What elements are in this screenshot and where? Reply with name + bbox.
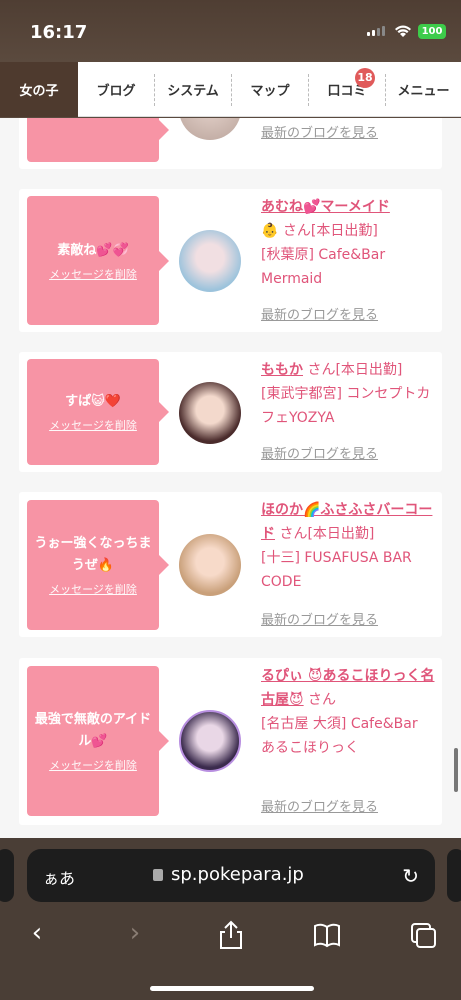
forward-button[interactable]: › — [120, 918, 150, 952]
avatar[interactable] — [179, 118, 241, 140]
latest-blog-link[interactable]: 最新のブログを見る — [261, 443, 378, 462]
wifi-icon — [395, 25, 411, 37]
next-tab-edge[interactable] — [447, 849, 461, 902]
browser-bottom-bar: ぁあ sp.pokepara.jp ↻ ‹ › — [0, 838, 461, 1000]
address-bar[interactable]: ぁあ sp.pokepara.jp ↻ — [27, 849, 435, 902]
girl-info: るぴぃ 😈あるこほりっく名古屋😈 さん [名古屋 大須] Cafe&Bar ある… — [261, 664, 435, 760]
reviews-count-badge: 18 — [355, 68, 375, 88]
message-text: すぱ😺❤️ — [65, 394, 121, 409]
top-nav: 女の子 ブログ システム マップ 口コミ 18 メニュー — [0, 62, 461, 117]
list-item: 素敵ね💕💞 メッセージを削除 あむね💕マーメイド 👶 さん[本日出勤] [秋葉原… — [19, 189, 442, 332]
list-item: うぉー強くなっちまうぜ🔥 メッセージを削除 ほのか🌈ふさふさバーコード さん[本… — [19, 492, 442, 637]
nav-tab-map[interactable]: マップ — [232, 62, 308, 117]
delete-message-link[interactable]: メッセージを削除 — [49, 266, 137, 282]
delete-message-link[interactable]: メッセージを削除 — [49, 581, 137, 597]
nav-tab-system[interactable]: システム — [155, 62, 231, 117]
girl-info: ももか さん[本日出勤] [東武宇都宮] コンセプトカフェYOZYA — [261, 358, 435, 430]
girl-info: ほのか🌈ふさふさバーコード さん[本日出勤] [十三] FUSAFUSA BAR… — [261, 498, 435, 594]
nav-tab-blog[interactable]: ブログ — [78, 62, 154, 117]
list-item: 最強で無敵のアイドル💕 メッセージを削除 るぴぃ 😈あるこほりっく名古屋😈 さん… — [19, 658, 442, 825]
share-icon[interactable] — [216, 918, 246, 952]
girl-name-link[interactable]: るぴぃ 😈あるこほりっく名古屋😈 — [261, 668, 434, 708]
delete-message-link[interactable]: メッセージを削除 — [49, 757, 137, 773]
shop-name: [十三] FUSAFUSA BAR CODE — [261, 550, 412, 590]
shop-name: [秋葉原] Cafe&Bar Mermaid — [261, 247, 386, 287]
back-button[interactable]: ‹ — [22, 918, 52, 952]
previous-tab-edge[interactable] — [0, 849, 14, 902]
girl-name-link[interactable]: ももか — [261, 362, 303, 378]
scrollbar[interactable] — [454, 748, 458, 792]
message-bubble: うぉー強くなっちまうぜ🔥 メッセージを削除 — [27, 500, 169, 630]
bookmarks-icon[interactable] — [312, 918, 342, 952]
latest-blog-link[interactable]: 最新のブログを見る — [261, 122, 378, 141]
message-text: 素敵ね💕💞 — [57, 242, 129, 258]
message-list: し 最新のブログを見る 素敵ね💕💞 メッセージを削除 あむね💕マーメイド 👶 さ… — [0, 118, 461, 838]
message-bubble: 最強で無敵のアイドル💕 メッセージを削除 — [27, 666, 169, 816]
delete-message-link[interactable]: メッセージを削除 — [49, 417, 137, 433]
nav-tab-reviews[interactable]: 口コミ 18 — [309, 62, 385, 117]
status-bar: 16:17 100 — [0, 0, 461, 62]
avatar[interactable] — [179, 382, 241, 444]
girl-info: あむね💕マーメイド 👶 さん[本日出勤] [秋葉原] Cafe&Bar Merm… — [261, 195, 435, 291]
avatar[interactable] — [179, 230, 241, 292]
avatar[interactable] — [179, 710, 241, 772]
attendance-status: 👶 さん[本日出勤] — [261, 223, 378, 239]
page-settings-button[interactable]: ぁあ — [43, 865, 75, 889]
attendance-status: さん[本日出勤] — [275, 526, 375, 542]
url-text[interactable]: sp.pokepara.jp — [171, 864, 304, 885]
lock-icon — [153, 869, 163, 881]
message-bubble — [27, 118, 169, 162]
nav-tab-girls[interactable]: 女の子 — [0, 62, 78, 117]
browser-toolbar: ‹ › — [0, 918, 461, 958]
girl-name-link[interactable]: あむね💕マーメイド — [261, 199, 390, 215]
message-text: 最強で無敵のアイドル💕 — [34, 712, 152, 749]
latest-blog-link[interactable]: 最新のブログを見る — [261, 796, 378, 815]
shop-name: [名古屋 大須] Cafe&Bar あるこほりっく — [261, 716, 418, 756]
shop-name: [東武宇都宮] コンセプトカフェYOZYA — [261, 386, 431, 426]
nav-tab-menu[interactable]: メニュー — [386, 62, 461, 117]
home-indicator — [150, 986, 314, 991]
attendance-status: さん[本日出勤] — [303, 362, 403, 378]
battery-icon: 100 — [418, 24, 446, 39]
message-bubble: すぱ😺❤️ メッセージを削除 — [27, 359, 169, 465]
message-text: うぉー強くなっちまうぜ🔥 — [34, 536, 152, 573]
list-item: すぱ😺❤️ メッセージを削除 ももか さん[本日出勤] [東武宇都宮] コンセプ… — [19, 352, 442, 472]
tabs-icon[interactable] — [408, 918, 438, 952]
cellular-signal-icon — [367, 26, 385, 36]
attendance-status: さん — [303, 692, 337, 708]
list-item: し 最新のブログを見る — [19, 118, 442, 169]
message-bubble: 素敵ね💕💞 メッセージを削除 — [27, 196, 169, 325]
avatar[interactable] — [179, 534, 241, 596]
reload-icon[interactable]: ↻ — [402, 864, 419, 888]
latest-blog-link[interactable]: 最新のブログを見る — [261, 609, 378, 628]
clock: 16:17 — [30, 22, 88, 43]
latest-blog-link[interactable]: 最新のブログを見る — [261, 304, 378, 323]
